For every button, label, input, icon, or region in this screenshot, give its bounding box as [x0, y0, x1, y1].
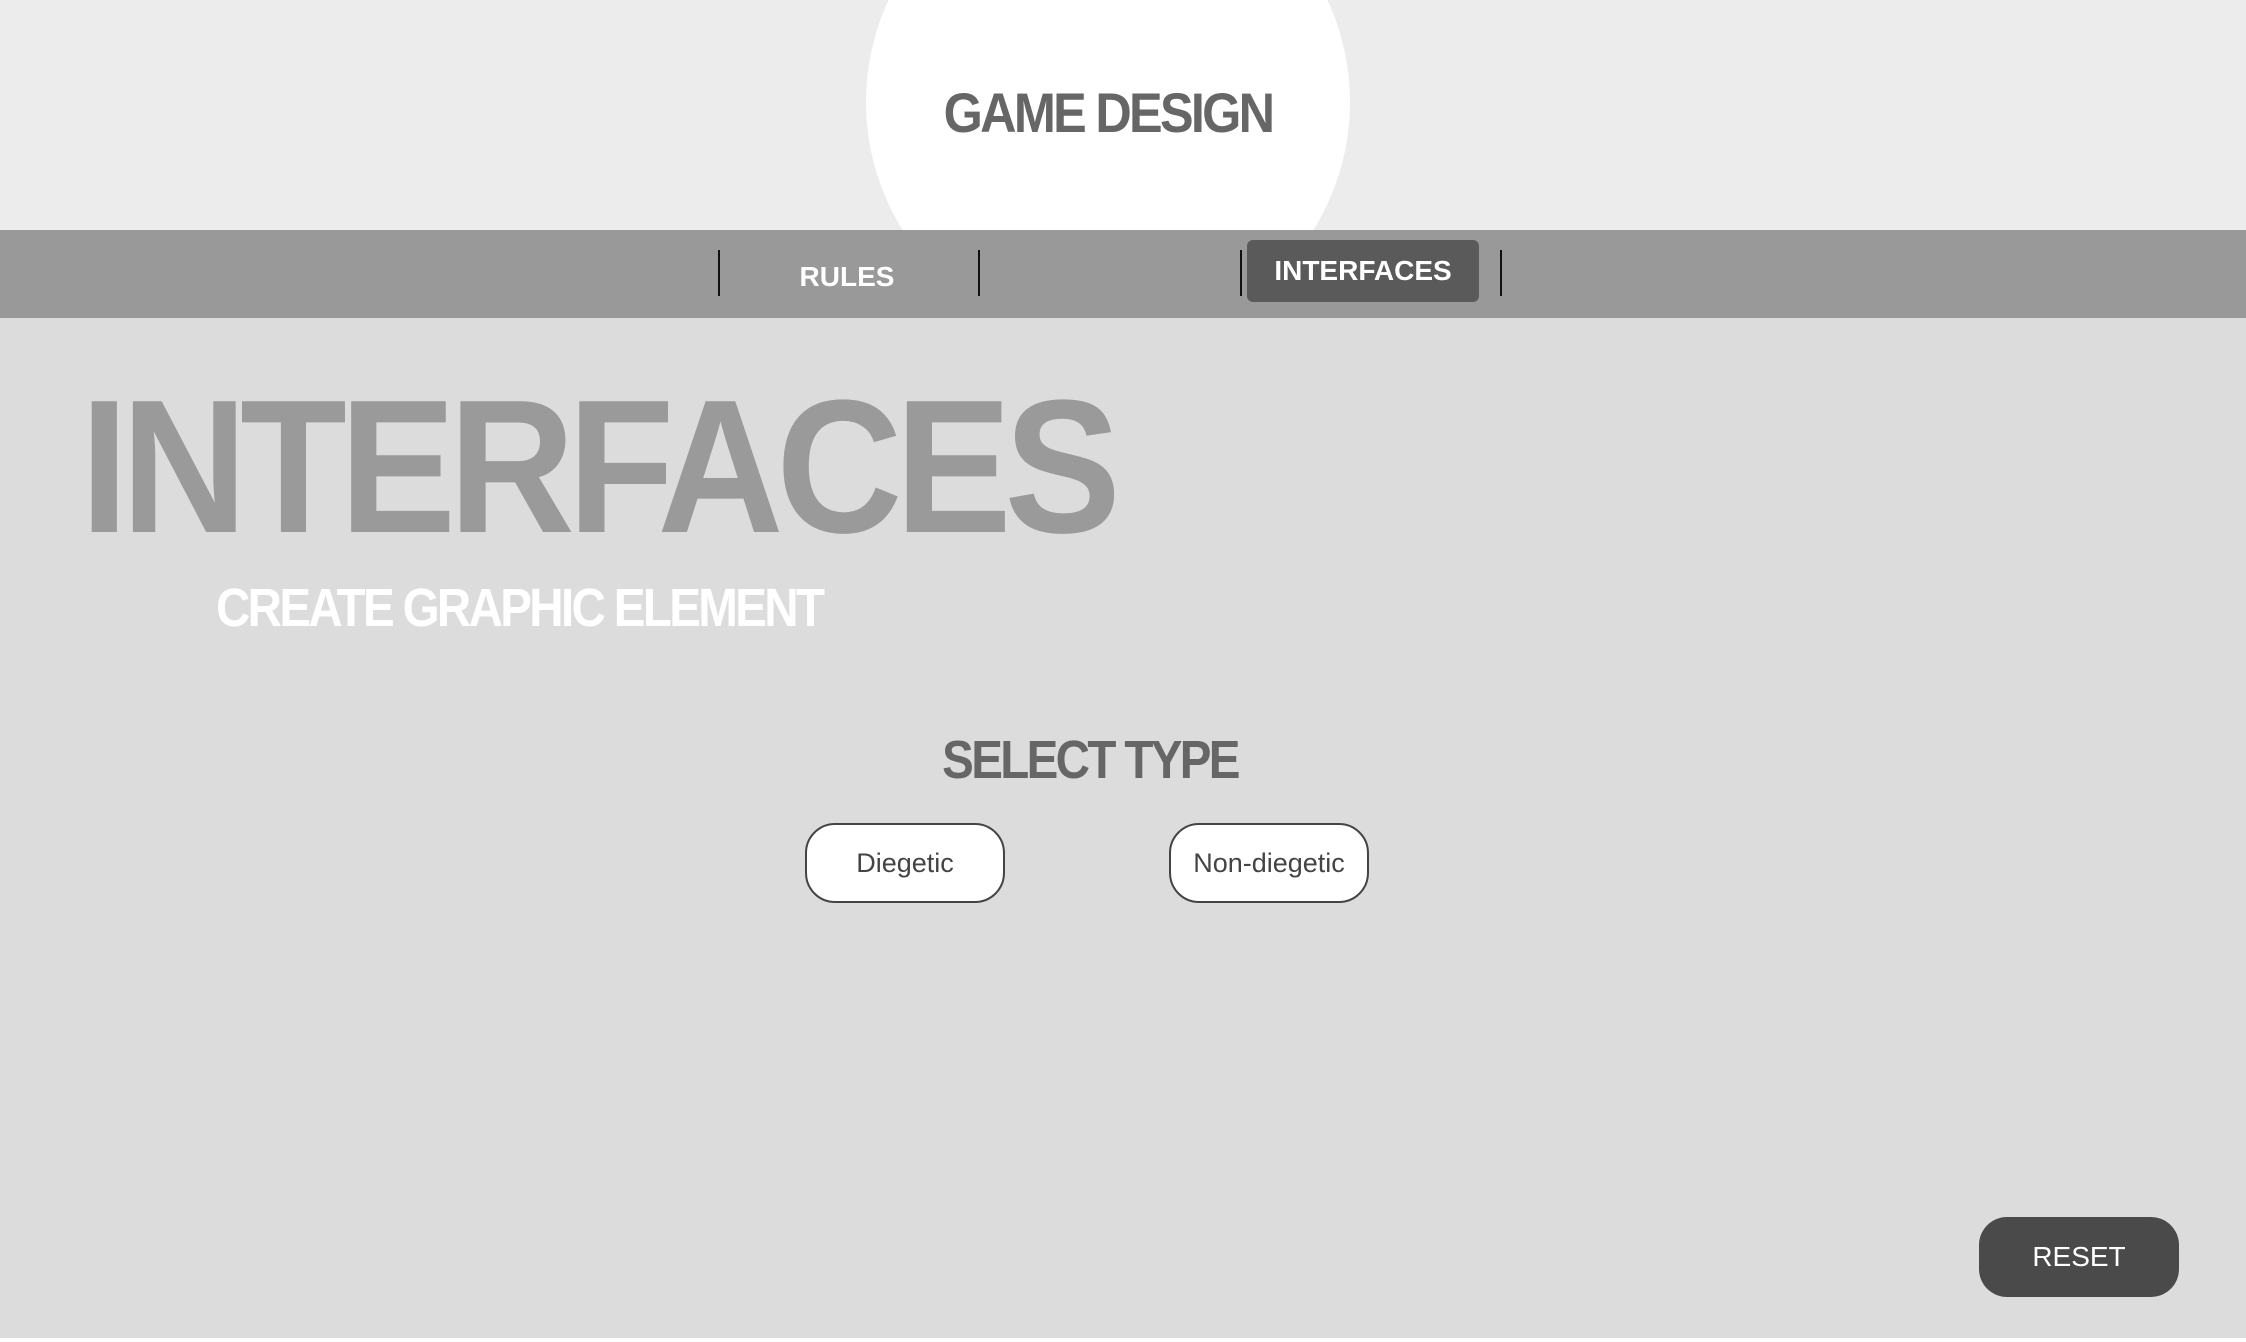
bottom-border [0, 1338, 2246, 1342]
nav-item-interfaces[interactable]: INTERFACES [1247, 240, 1479, 302]
logo-text[interactable]: GAME DESIGN [890, 80, 1326, 145]
nav-divider [978, 250, 980, 296]
nav-divider [718, 250, 720, 296]
select-type-label: SELECT TYPE [942, 730, 1240, 790]
header: GAME DESIGN [0, 0, 2246, 230]
reset-button[interactable]: RESET [1979, 1217, 2179, 1297]
non-diegetic-button[interactable]: Non-diegetic [1169, 823, 1369, 903]
page-title: INTERFACES [80, 361, 1121, 573]
navbar: RULES INTERFACES [0, 230, 2246, 318]
nav-item-rules[interactable]: RULES [722, 246, 972, 308]
diegetic-button[interactable]: Diegetic [805, 823, 1005, 903]
page-subtitle: CREATE GRAPHIC ELEMENT [216, 578, 825, 638]
nav-divider [1500, 250, 1502, 296]
nav-divider [1240, 250, 1242, 296]
